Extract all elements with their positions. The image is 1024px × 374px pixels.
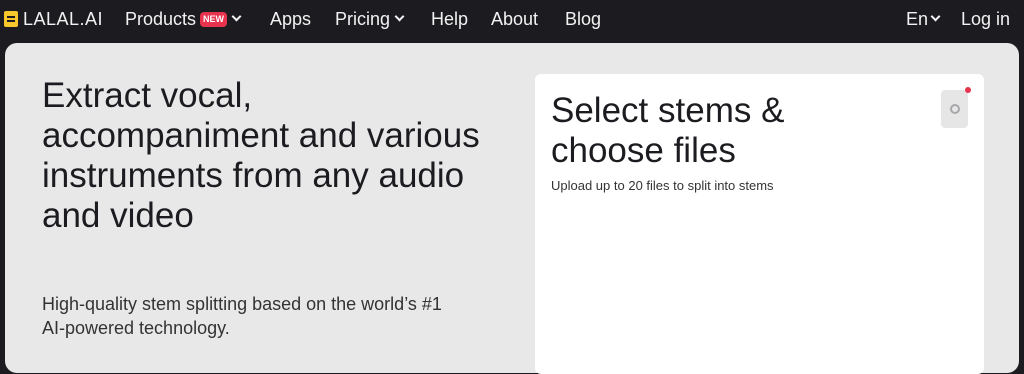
nav-item-apps-label: Apps [270,8,312,29]
login-link[interactable]: Log in [961,8,1010,30]
logo-link[interactable]: LALAL.AI [4,9,103,29]
language-label: En [906,8,929,29]
nav-item-help[interactable]: Help [431,8,468,30]
logo-text: LALAL.AI [23,8,104,29]
nav-item-help-label: Help [431,8,469,29]
upload-card-title: Select stems & choose files [551,91,785,170]
nav-item-apps[interactable]: Apps [270,8,311,30]
nav-item-about[interactable]: About [491,8,538,30]
hero-title: Extract vocal, accompaniment and various… [42,76,480,235]
hero-subtitle: High-quality stem splitting based on the… [42,294,442,338]
nav-item-products[interactable]: Products NEW [125,8,242,30]
login-label: Log in [961,8,1011,29]
chevron-down-icon [930,11,941,22]
nav-item-pricing[interactable]: Pricing [335,8,405,30]
nav-item-about-label: About [491,8,539,29]
nav-item-pricing-label: Pricing [335,8,391,29]
nav-item-products-label: Products [125,8,197,29]
new-badge: NEW [200,11,228,27]
top-navbar: LALAL.AI Products NEW Apps Pricing Help … [0,0,1024,38]
language-selector[interactable]: En [906,8,941,30]
upload-card[interactable]: Select stems & choose files Upload up to… [535,74,984,374]
chevron-down-icon [231,11,242,22]
lalal-logo-icon [4,11,18,27]
main-content: Extract vocal, accompaniment and various… [5,43,1019,374]
notification-dot [965,87,971,93]
nav-item-blog-label: Blog [565,8,602,29]
settings-icon [950,104,960,114]
nav-item-blog[interactable]: Blog [565,8,601,30]
chevron-down-icon [394,11,405,22]
upload-card-subtitle: Upload up to 20 files to split into stem… [551,178,774,193]
settings-button[interactable] [941,87,971,128]
